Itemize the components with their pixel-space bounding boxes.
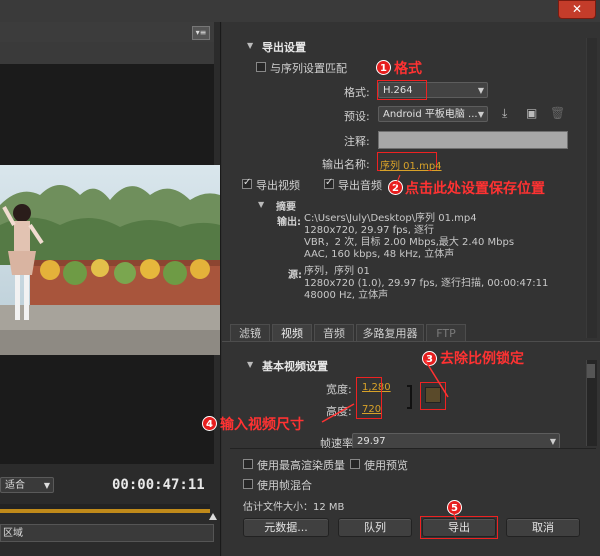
annotation-3-arrow [424, 359, 449, 398]
annotation-arrows [321, 174, 457, 521]
annotation-4-arrow [321, 403, 355, 423]
annotation-2-arrow [394, 174, 401, 188]
annotation-5-arrow [453, 513, 457, 521]
